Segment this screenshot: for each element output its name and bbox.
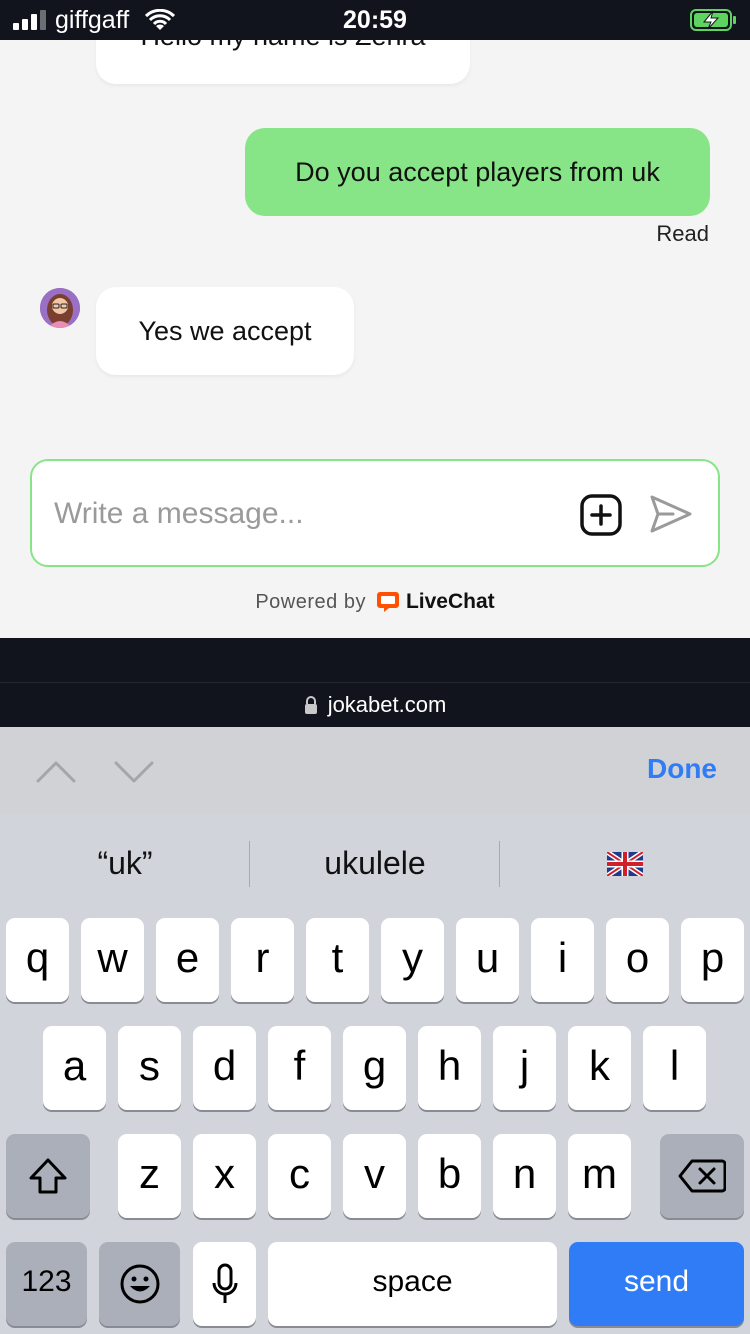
add-attachment-icon[interactable] bbox=[580, 494, 622, 536]
key-n[interactable]: n bbox=[493, 1134, 556, 1218]
send-message-icon[interactable] bbox=[649, 494, 693, 534]
key-r[interactable]: r bbox=[231, 918, 294, 1002]
microphone-icon bbox=[212, 1263, 237, 1303]
key-g[interactable]: g bbox=[343, 1026, 406, 1110]
browser-toolbar bbox=[0, 638, 750, 682]
agent-avatar bbox=[40, 288, 80, 328]
backspace-key[interactable] bbox=[660, 1134, 744, 1218]
done-button[interactable]: Done bbox=[647, 753, 717, 785]
key-f[interactable]: f bbox=[268, 1026, 331, 1110]
backspace-icon bbox=[678, 1159, 726, 1193]
key-s[interactable]: s bbox=[118, 1026, 181, 1110]
key-e[interactable]: e bbox=[156, 918, 219, 1002]
key-d[interactable]: d bbox=[193, 1026, 256, 1110]
dictation-key[interactable] bbox=[193, 1242, 256, 1326]
clock: 20:59 bbox=[343, 6, 407, 34]
key-k[interactable]: k bbox=[568, 1026, 631, 1110]
key-x[interactable]: x bbox=[193, 1134, 256, 1218]
key-h[interactable]: h bbox=[418, 1026, 481, 1110]
lock-icon bbox=[304, 696, 317, 714]
message-composer[interactable] bbox=[30, 459, 720, 567]
key-w[interactable]: w bbox=[81, 918, 144, 1002]
chevron-up-icon[interactable] bbox=[34, 751, 78, 791]
key-o[interactable]: o bbox=[606, 918, 669, 1002]
message-input[interactable] bbox=[54, 491, 554, 537]
powered-by-text: Powered by bbox=[255, 590, 366, 613]
key-z[interactable]: z bbox=[118, 1134, 181, 1218]
numbers-key[interactable]: 123 bbox=[6, 1242, 87, 1326]
livechat-logo[interactable]: LiveChat bbox=[376, 590, 495, 614]
read-receipt: Read bbox=[656, 221, 709, 246]
keyboard-accessory-bar: Done bbox=[0, 727, 750, 815]
message-text: Do you accept players from uk bbox=[295, 156, 660, 187]
key-m[interactable]: m bbox=[568, 1134, 631, 1218]
key-v[interactable]: v bbox=[343, 1134, 406, 1218]
chevron-down-icon[interactable] bbox=[112, 751, 156, 791]
key-c[interactable]: c bbox=[268, 1134, 331, 1218]
agent-avatar-icon bbox=[40, 288, 80, 328]
url-bar[interactable]: jokabet.com bbox=[0, 682, 750, 727]
visitor-message-bubble: Do you accept players from uk bbox=[245, 128, 710, 216]
key-b[interactable]: b bbox=[418, 1134, 481, 1218]
message-text: Yes we accept bbox=[138, 315, 312, 346]
key-l[interactable]: l bbox=[643, 1026, 706, 1110]
suggestion-item[interactable]: “uk” bbox=[0, 815, 250, 912]
battery-charging-icon bbox=[690, 9, 736, 31]
agent-message-bubble: Yes we accept bbox=[96, 287, 354, 375]
suggestion-item[interactable] bbox=[500, 815, 750, 912]
key-i[interactable]: i bbox=[531, 918, 594, 1002]
key-u[interactable]: u bbox=[456, 918, 519, 1002]
agent-message-bubble: Hello my name is Zehra bbox=[96, 40, 470, 84]
send-key[interactable]: send bbox=[569, 1242, 744, 1326]
key-j[interactable]: j bbox=[493, 1026, 556, 1110]
uk-flag-icon bbox=[607, 851, 643, 876]
key-t[interactable]: t bbox=[306, 918, 369, 1002]
key-p[interactable]: p bbox=[681, 918, 744, 1002]
shift-icon bbox=[29, 1158, 67, 1194]
emoji-icon bbox=[120, 1264, 159, 1304]
livechat-icon bbox=[376, 592, 399, 612]
status-bar: giffgaff 20:59 bbox=[0, 0, 750, 40]
shift-key[interactable] bbox=[6, 1134, 90, 1218]
predictive-text-bar: “uk” ukulele bbox=[0, 815, 750, 912]
key-a[interactable]: a bbox=[43, 1026, 106, 1110]
url-text: jokabet.com bbox=[327, 692, 447, 717]
emoji-key[interactable] bbox=[99, 1242, 180, 1326]
key-y[interactable]: y bbox=[381, 918, 444, 1002]
message-text: Hello my name is Zehra bbox=[140, 40, 425, 52]
brand-name: LiveChat bbox=[405, 590, 495, 613]
suggestion-item[interactable]: ukulele bbox=[250, 815, 500, 912]
space-key[interactable]: space bbox=[268, 1242, 557, 1326]
chat-area[interactable]: Hello my name is Zehra Do you accept pla… bbox=[0, 40, 750, 638]
powered-by-footer: Powered by LiveChat bbox=[0, 590, 750, 614]
key-q[interactable]: q bbox=[6, 918, 69, 1002]
